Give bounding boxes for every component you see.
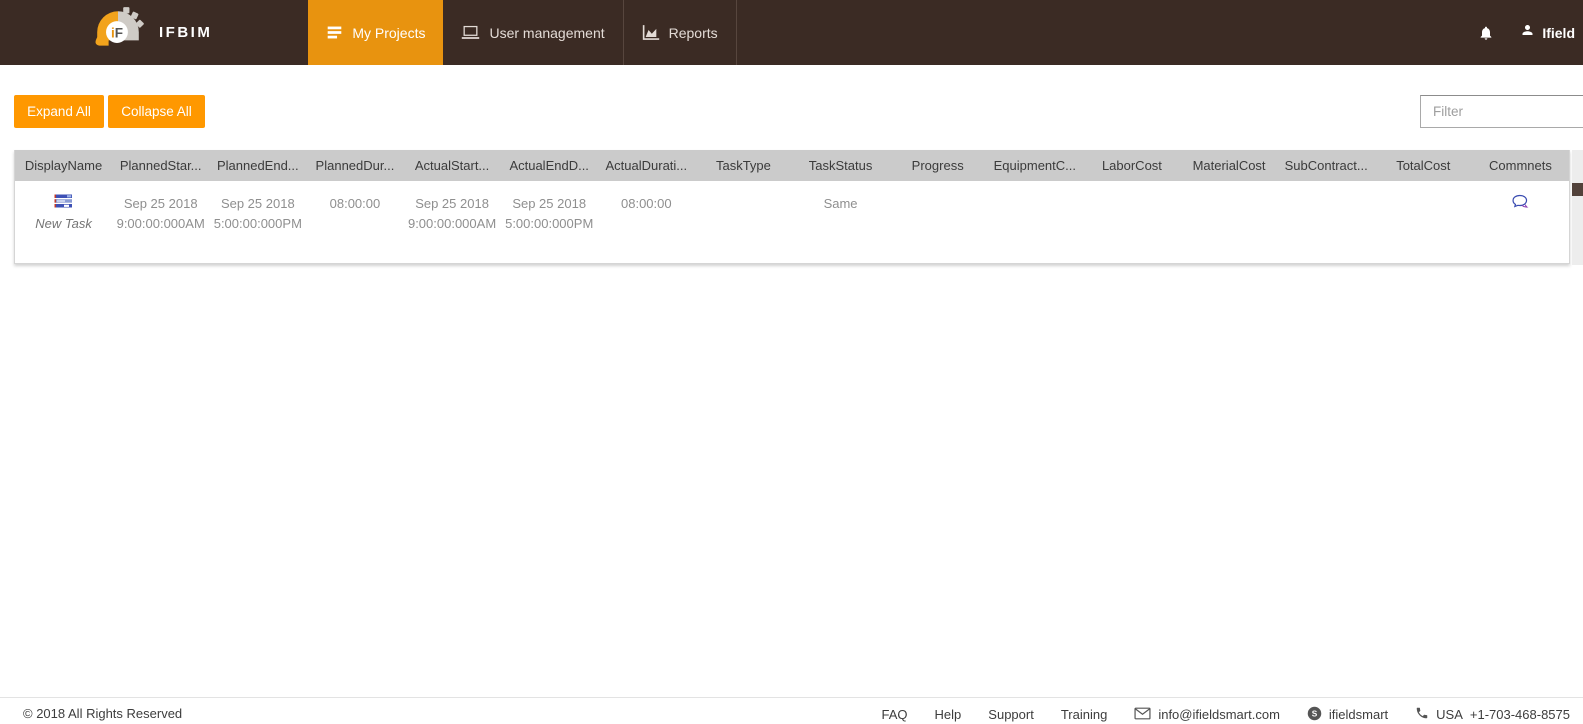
cell-actualend: Sep 25 2018 5:00:00:000PM — [500, 181, 598, 243]
cell-laborcost — [1083, 181, 1181, 243]
email-text: info@ifieldsmart.com — [1158, 707, 1280, 722]
tab-label: My Projects — [352, 24, 426, 41]
tab-user-management[interactable]: User management — [443, 0, 622, 65]
copyright-text: © 2018 All Rights Reserved — [23, 706, 183, 721]
planned-start-time: 9:00:00:000AM — [116, 216, 205, 231]
footer-email[interactable]: info@ifieldsmart.com — [1134, 707, 1280, 723]
cell-materialcost — [1180, 181, 1278, 243]
tab-reports[interactable]: Reports — [622, 0, 737, 65]
collapse-all-button[interactable]: Collapse All — [108, 95, 205, 128]
cell-comments — [1471, 181, 1569, 243]
tab-label: User management — [489, 24, 605, 41]
cell-plannedend: Sep 25 2018 5:00:00:000PM — [209, 181, 307, 243]
column-header-plannedend[interactable]: PlannedEnd... — [209, 150, 307, 181]
cell-taskstatus: Same — [792, 181, 890, 243]
column-header-progress[interactable]: Progress — [889, 150, 987, 181]
planned-end-time: 5:00:00:000PM — [213, 216, 302, 231]
column-header-actualstart[interactable]: ActualStart... — [403, 150, 501, 181]
footer-phone[interactable]: USA +1-703-468-8575 — [1415, 706, 1570, 723]
chat-bubble-icon[interactable] — [1512, 194, 1529, 209]
column-header-plannedstart[interactable]: PlannedStar... — [112, 150, 210, 181]
cell-equipmentcost — [986, 181, 1084, 243]
column-header-equipmentcost[interactable]: EquipmentC... — [986, 150, 1084, 181]
brand-title: IFBIM — [159, 24, 213, 41]
scrollbar-thumb[interactable] — [1572, 183, 1583, 196]
footer-links: FAQ Help Support Training info@ifieldsma… — [882, 706, 1570, 723]
column-header-comments[interactable]: Commnets — [1471, 150, 1569, 181]
cell-actualduration: 08:00:00 — [597, 181, 695, 243]
cell-displayname: New Task — [15, 181, 113, 243]
planned-end-date: Sep 25 2018 — [220, 196, 295, 211]
tab-label: Reports — [668, 24, 718, 41]
cell-plannedstart: Sep 25 2018 9:00:00:000AM — [112, 181, 210, 243]
column-header-taskstatus[interactable]: TaskStatus — [792, 150, 890, 181]
main-nav-tabs: My Projects User management Reports — [308, 0, 737, 65]
footer: © 2018 All Rights Reserved FAQ Help Supp… — [0, 697, 1583, 723]
skype-icon: S — [1307, 706, 1322, 724]
expand-all-button[interactable]: Expand All — [14, 95, 104, 128]
column-header-actualduration[interactable]: ActualDurati... — [597, 150, 695, 181]
column-header-plannedduration[interactable]: PlannedDur... — [306, 150, 404, 181]
laptop-icon — [461, 24, 480, 41]
skype-text: ifieldsmart — [1328, 707, 1389, 722]
tab-my-projects[interactable]: My Projects — [308, 0, 444, 65]
user-name-label: Ifield — [1542, 24, 1575, 41]
user-menu[interactable]: Ifield — [1520, 22, 1575, 43]
footer-skype[interactable]: S ifieldsmart — [1307, 706, 1388, 724]
actual-start-time: 9:00:00:000AM — [407, 216, 497, 231]
cell-tasktype — [694, 181, 792, 243]
column-header-subcontract[interactable]: SubContract... — [1277, 150, 1375, 181]
svg-text:iF: iF — [111, 25, 123, 40]
cell-progress — [889, 181, 987, 243]
planned-start-date: Sep 25 2018 — [123, 196, 198, 211]
footer-link-support[interactable]: Support — [988, 707, 1034, 722]
cell-actualstart: Sep 25 2018 9:00:00:000AM — [403, 181, 501, 243]
filter-input[interactable] — [1420, 95, 1583, 128]
column-header-tasktype[interactable]: TaskType — [694, 150, 792, 181]
top-navbar: iF IFBIM My Projects User management Rep… — [0, 0, 1583, 65]
planned-duration: 08:00:00 — [329, 196, 381, 211]
phone-country: USA — [1436, 707, 1463, 722]
cell-subcontract — [1277, 181, 1375, 243]
column-header-displayname[interactable]: DisplayName — [15, 150, 113, 181]
grid-header: DisplayName PlannedStar... PlannedEnd...… — [15, 150, 1569, 181]
tasks-grid: DisplayName PlannedStar... PlannedEnd...… — [14, 150, 1570, 264]
phone-number: +1-703-468-8575 — [1469, 707, 1570, 722]
actual-end-date: Sep 25 2018 — [512, 196, 587, 211]
person-icon — [1520, 22, 1535, 43]
task-bars-icon — [15, 194, 112, 214]
actual-end-time: 5:00:00:000PM — [505, 216, 594, 231]
column-header-materialcost[interactable]: MaterialCost — [1180, 150, 1278, 181]
footer-link-faq[interactable]: FAQ — [882, 707, 908, 722]
area-chart-icon — [642, 24, 660, 41]
column-header-actualend[interactable]: ActualEndD... — [500, 150, 598, 181]
hardhat-logo-icon: iF — [92, 7, 144, 58]
task-name: New Task — [35, 216, 92, 231]
footer-link-training[interactable]: Training — [1061, 707, 1107, 722]
cell-plannedduration: 08:00:00 — [306, 181, 404, 243]
navbar-right: Ifield — [1478, 0, 1583, 65]
column-header-totalcost[interactable]: TotalCost — [1374, 150, 1472, 181]
notifications-bell-icon[interactable] — [1478, 24, 1494, 42]
envelope-icon — [1134, 707, 1151, 723]
column-header-laborcost[interactable]: LaborCost — [1083, 150, 1181, 181]
list-icon — [326, 24, 343, 41]
grid-empty-space — [15, 243, 1569, 263]
phone-icon — [1415, 706, 1429, 723]
table-row[interactable]: New Task Sep 25 2018 9:00:00:000AM Sep 2… — [15, 181, 1569, 243]
brand: iF IFBIM — [92, 0, 212, 65]
actual-duration: 08:00:00 — [621, 196, 672, 211]
svg-text:S: S — [1312, 709, 1318, 718]
cell-totalcost — [1374, 181, 1472, 243]
footer-link-help[interactable]: Help — [935, 707, 962, 722]
actual-start-date: Sep 25 2018 — [415, 196, 489, 211]
vertical-scrollbar[interactable] — [1572, 150, 1583, 265]
